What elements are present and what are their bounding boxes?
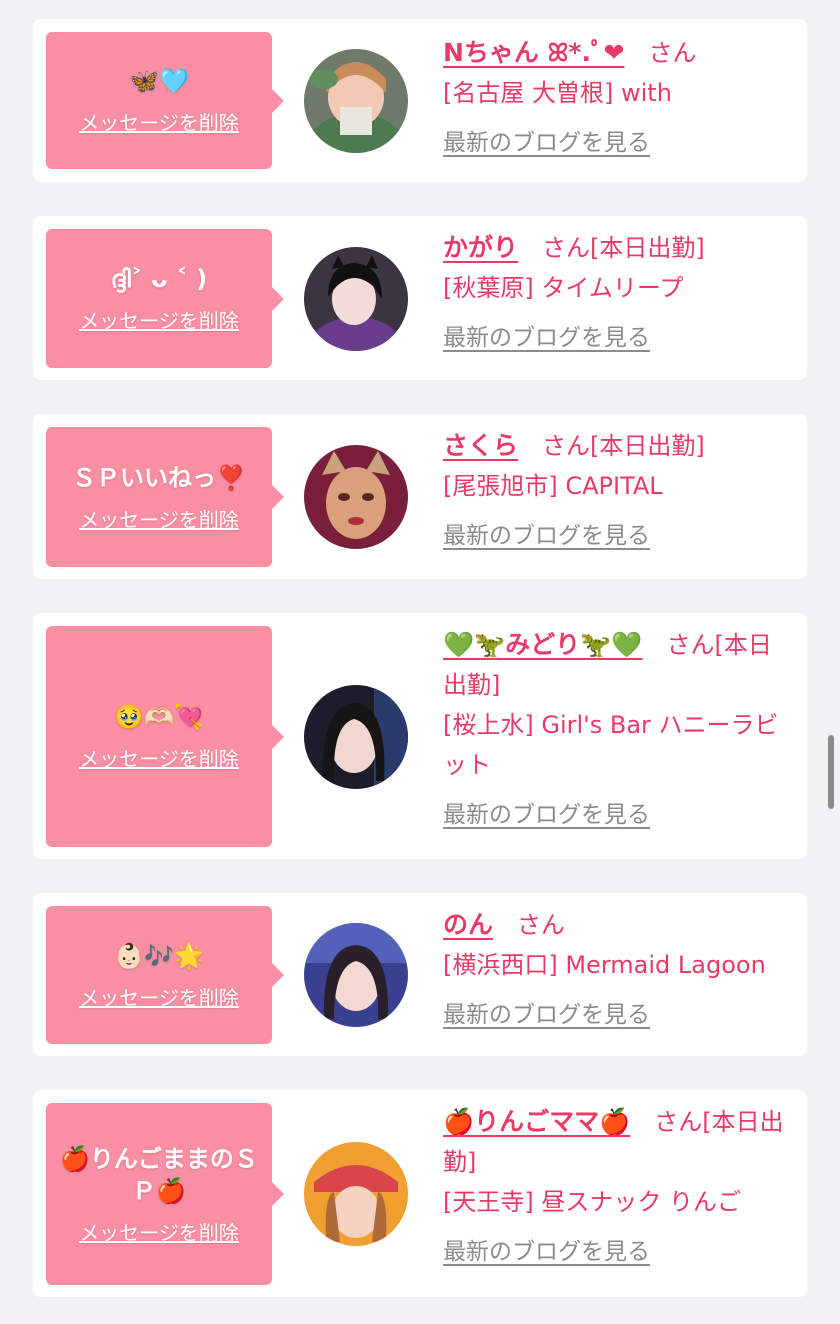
message-card: ＳＰいいねっ❣️ メッセージを削除 さくら さん[本日出勤] [尾張旭市] CAP…	[33, 414, 807, 579]
latest-blog-link[interactable]: 最新のブログを見る	[443, 795, 650, 835]
name-line: Nちゃん ꕤ*.ﾟ❤ さん	[443, 33, 793, 73]
delete-message-link[interactable]: メッセージを削除	[79, 305, 239, 334]
message-text: 🦋🩵	[129, 67, 189, 95]
shop-name: [尾張旭市] CAPITAL	[443, 472, 663, 500]
sender-suffix: さん	[517, 911, 566, 939]
message-bubble: 🥹🫶🏻💘 メッセージを削除	[46, 626, 284, 847]
shop-name: [桜上水] Girl's Bar ハニーラビット	[443, 711, 779, 779]
sender-name-link[interactable]: かがり	[443, 233, 518, 262]
shop-name: [名古屋 大曽根] with	[443, 79, 672, 107]
message-text: ＳＰいいねっ❣️	[72, 463, 246, 492]
sender-info: のん さん [横浜西口] Mermaid Lagoon 最新のブログを見る	[443, 905, 793, 1035]
message-text: ദ്ദി˃ ᴗ ˂ )	[110, 265, 208, 293]
sender-suffix: さん	[648, 39, 697, 67]
latest-blog-link[interactable]: 最新のブログを見る	[443, 516, 650, 556]
delete-message-link[interactable]: メッセージを削除	[79, 504, 239, 533]
avatar[interactable]	[304, 49, 408, 153]
sender-name-link[interactable]: 💚🦖みどり🦖💚	[443, 630, 643, 659]
latest-blog-link[interactable]: 最新のブログを見る	[443, 318, 650, 358]
sender-info: さくら さん[本日出勤] [尾張旭市] CAPITAL 最新のブログを見る	[443, 426, 793, 556]
message-bubble: ＳＰいいねっ❣️ メッセージを削除	[46, 427, 284, 567]
name-line: のん さん	[443, 905, 793, 945]
message-card: 🦋🩵 メッセージを削除 Nちゃん ꕤ*.ﾟ❤ さん [名古屋 大曽根] with …	[33, 19, 807, 182]
message-card: 👶🏻🎶🌟 メッセージを削除 のん さん [横浜西口] Mermaid Lagoon…	[33, 893, 807, 1056]
avatar[interactable]	[304, 445, 408, 549]
sender-info: 🍎りんごママ🍎 さん[本日出勤] [天王寺] 昼スナック りんご 最新のブログを見…	[443, 1102, 793, 1272]
message-bubble: 🍎りんごままのＳＰ🍎 メッセージを削除	[46, 1103, 284, 1285]
delete-message-link[interactable]: メッセージを削除	[79, 1217, 239, 1246]
sender-info: Nちゃん ꕤ*.ﾟ❤ さん [名古屋 大曽根] with 最新のブログを見る	[443, 33, 793, 163]
latest-blog-link[interactable]: 最新のブログを見る	[443, 123, 650, 163]
message-card: 🥹🫶🏻💘 メッセージを削除 💚🦖みどり🦖💚 さん[本日出勤] [桜上水] Girl…	[33, 613, 807, 859]
sender-name-link[interactable]: 🍎りんごママ🍎	[443, 1107, 630, 1136]
avatar[interactable]	[304, 1142, 408, 1246]
message-text: 👶🏻🎶🌟	[114, 941, 204, 970]
shop-name: [秋葉原] タイムリープ	[443, 274, 684, 302]
delete-message-link[interactable]: メッセージを削除	[79, 743, 239, 772]
delete-message-link[interactable]: メッセージを削除	[79, 982, 239, 1011]
name-line: 💚🦖みどり🦖💚 さん[本日出勤]	[443, 625, 793, 705]
avatar[interactable]	[304, 247, 408, 351]
name-line: かがり さん[本日出勤]	[443, 228, 793, 268]
message-bubble: 👶🏻🎶🌟 メッセージを削除	[46, 906, 284, 1044]
sender-name-link[interactable]: さくら	[443, 431, 518, 460]
delete-message-link[interactable]: メッセージを削除	[79, 107, 239, 136]
message-text: 🍎りんごままのＳＰ🍎	[60, 1144, 258, 1205]
scrollbar[interactable]	[828, 735, 834, 809]
sender-name-link[interactable]: のん	[443, 910, 493, 939]
shop-name: [横浜西口] Mermaid Lagoon	[443, 951, 766, 979]
message-bubble: ദ്ദി˃ ᴗ ˂ ) メッセージを削除	[46, 229, 284, 368]
sender-info: かがり さん[本日出勤] [秋葉原] タイムリープ 最新のブログを見る	[443, 228, 793, 358]
name-line: 🍎りんごママ🍎 さん[本日出勤]	[443, 1102, 793, 1182]
sender-suffix: さん[本日出勤]	[542, 432, 705, 460]
message-bubble: 🦋🩵 メッセージを削除	[46, 32, 284, 169]
message-card: 🍎りんごままのＳＰ🍎 メッセージを削除 🍎りんごママ🍎 さん[本日出勤] [天王寺…	[33, 1090, 807, 1297]
avatar[interactable]	[304, 685, 408, 789]
latest-blog-link[interactable]: 最新のブログを見る	[443, 1232, 650, 1272]
sender-info: 💚🦖みどり🦖💚 さん[本日出勤] [桜上水] Girl's Bar ハニーラビット…	[443, 625, 793, 835]
avatar[interactable]	[304, 923, 408, 1027]
message-card: ദ്ദി˃ ᴗ ˂ ) メッセージを削除 かがり さん[本日出勤] [秋葉原] タ…	[33, 216, 807, 380]
sender-name-link[interactable]: Nちゃん ꕤ*.ﾟ❤	[443, 38, 624, 67]
sender-suffix: さん[本日出勤]	[542, 234, 705, 262]
latest-blog-link[interactable]: 最新のブログを見る	[443, 995, 650, 1035]
shop-name: [天王寺] 昼スナック りんご	[443, 1188, 741, 1216]
name-line: さくら さん[本日出勤]	[443, 426, 793, 466]
message-text: 🥹🫶🏻💘	[114, 703, 204, 731]
